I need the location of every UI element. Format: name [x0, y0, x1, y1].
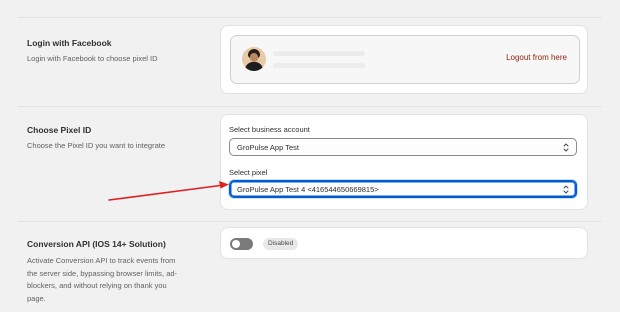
top-divider [18, 17, 602, 18]
avatar [242, 47, 266, 71]
business-account-value: GroPulse App Test [237, 143, 299, 152]
pixel-section-title: Choose Pixel ID [27, 125, 92, 135]
conversion-section-title: Conversion API (IOS 14+ Solution) [27, 239, 166, 249]
chevron-up-down-icon [563, 143, 569, 152]
settings-page: Login with Facebook Login with Facebook … [0, 0, 620, 312]
toggle-knob [232, 240, 240, 248]
account-email-placeholder [273, 63, 365, 68]
description-line: page. [27, 293, 46, 303]
description-line: blockers, and without relying on thank y… [27, 281, 167, 290]
facebook-section-title: Login with Facebook [27, 38, 112, 48]
chevron-up-down-icon [563, 185, 569, 194]
description-line: the server side, bypassing browser limit… [27, 268, 178, 278]
business-account-select[interactable]: GroPulse App Test [229, 138, 577, 156]
pixel-select[interactable]: GroPulse App Test 4 <416544650669815> [229, 180, 577, 198]
conversion-section-description: Activate Conversion API to track events … [27, 255, 177, 305]
conversion-api-card: Disabled [221, 228, 587, 258]
conversion-api-toggle[interactable] [230, 238, 253, 250]
pixel-label: Select pixel [229, 168, 268, 177]
section-divider [18, 106, 602, 107]
description-line: Activate Conversion API to track events … [27, 256, 176, 265]
business-account-label: Select business account [229, 125, 310, 134]
pixel-section-description: Choose the Pixel ID you want to integrat… [27, 141, 165, 150]
facebook-login-card: Logout from here [221, 26, 587, 93]
facebook-account-box: Logout from here [230, 35, 580, 84]
facebook-section-description: Login with Facebook to choose pixel ID [27, 54, 158, 63]
account-name-placeholder [273, 51, 365, 56]
status-badge: Disabled [263, 238, 299, 250]
logout-link[interactable]: Logout from here [506, 53, 567, 62]
pixel-value: GroPulse App Test 4 <416544650669815> [237, 185, 379, 194]
section-divider [18, 221, 602, 222]
pixel-selection-card: Select business account GroPulse App Tes… [221, 115, 587, 209]
